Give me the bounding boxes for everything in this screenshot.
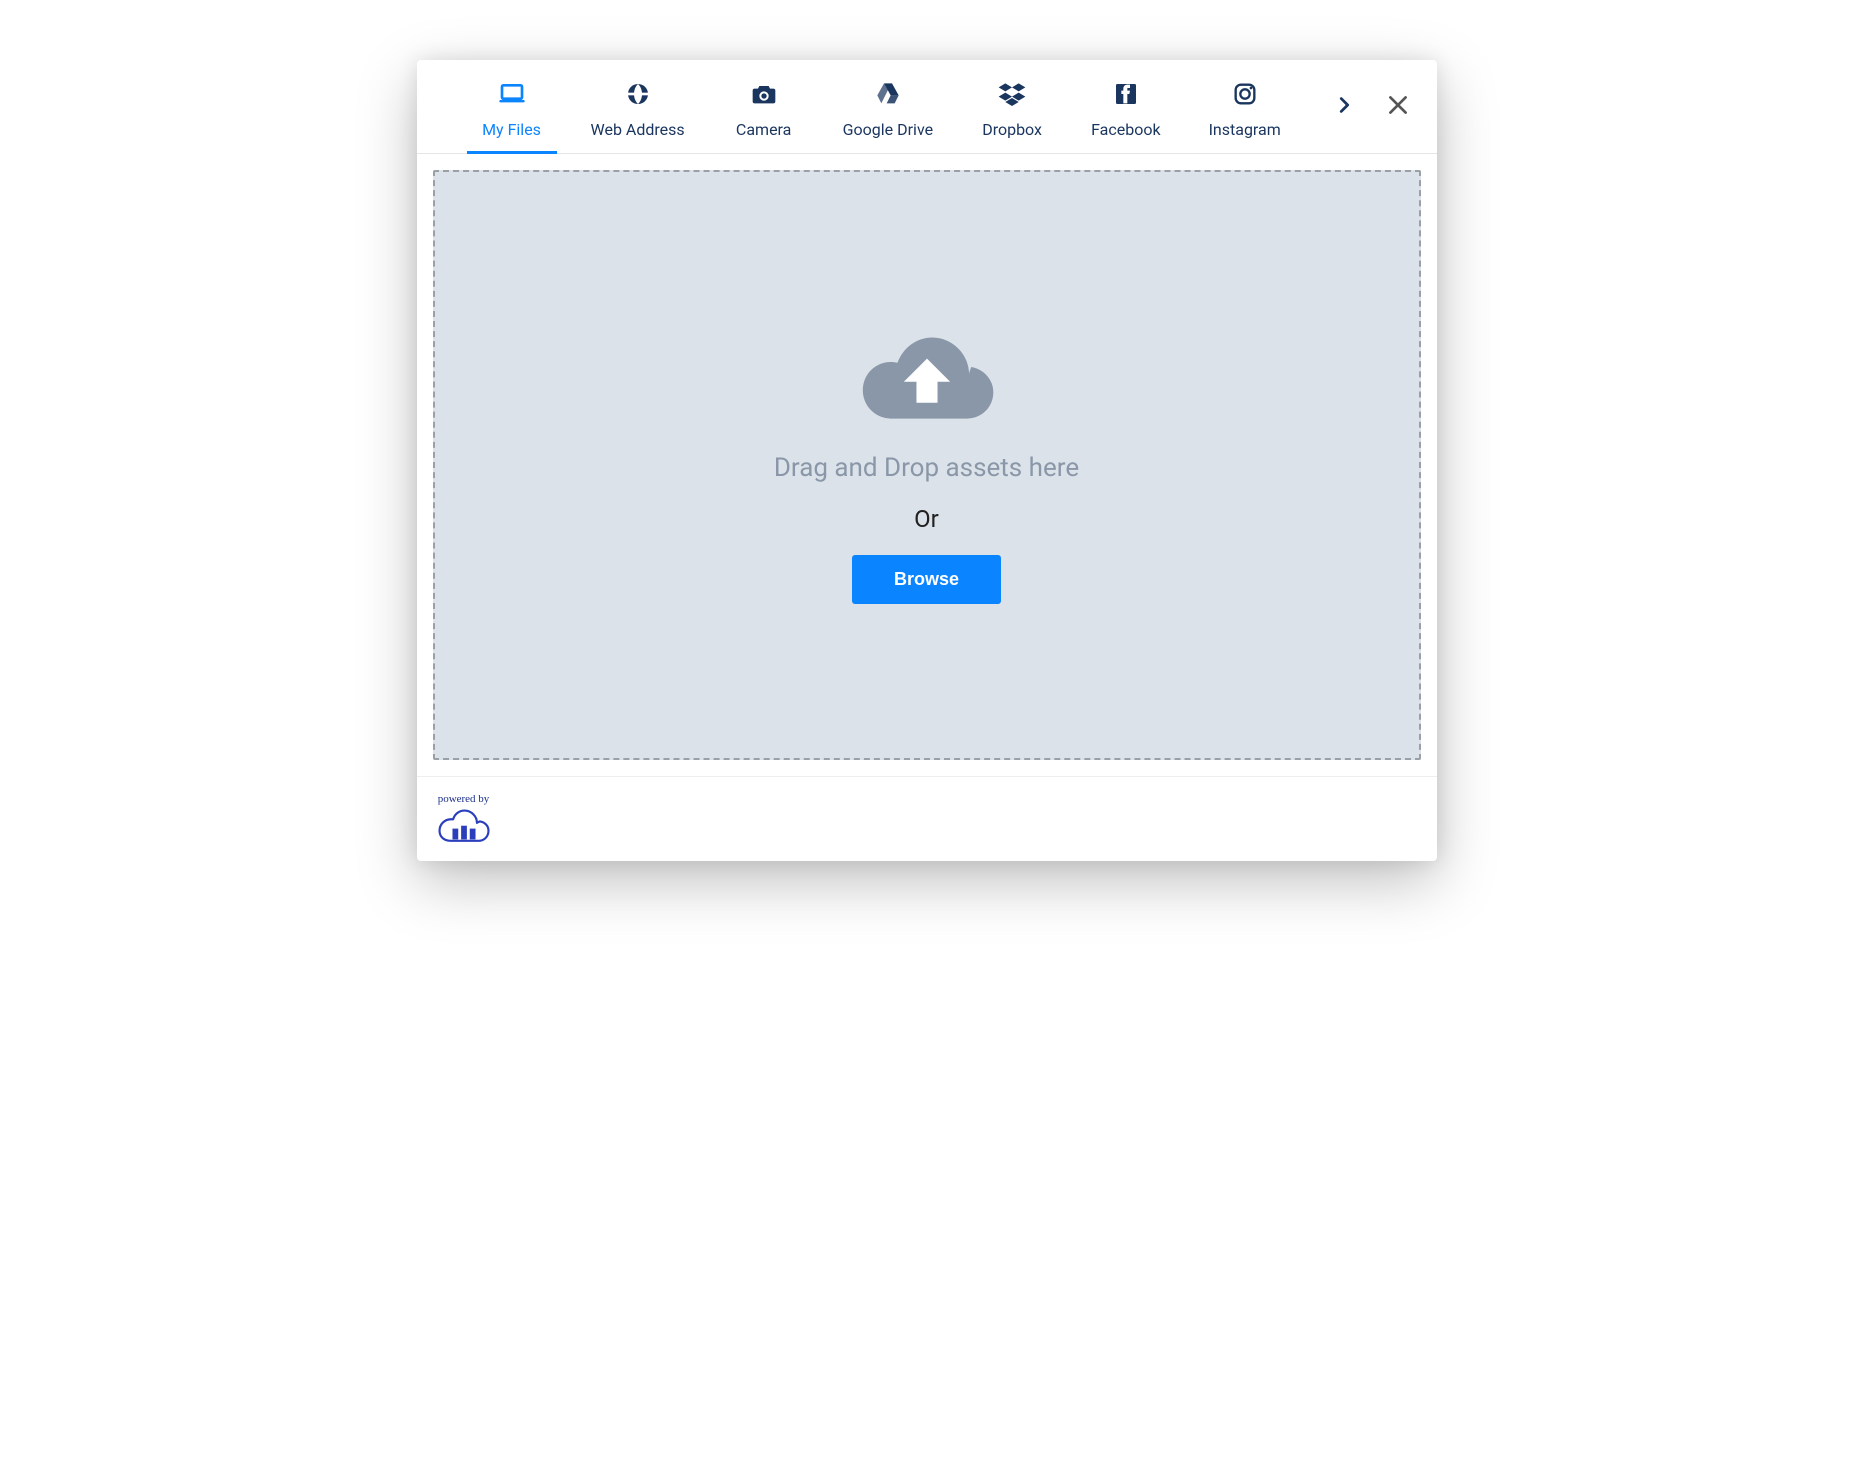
tab-label: Dropbox	[982, 120, 1042, 139]
cloudinary-logo-icon	[435, 807, 493, 843]
upload-modal: My Files Web Address Camera Google Drive	[417, 60, 1437, 861]
laptop-icon	[496, 78, 528, 110]
tab-label: Web Address	[591, 120, 685, 139]
drop-instruction-text: Drag and Drop assets here	[774, 453, 1079, 483]
close-icon	[1385, 92, 1411, 121]
close-button[interactable]	[1377, 84, 1419, 129]
tab-label: Instagram	[1209, 120, 1281, 139]
tab-label: Facebook	[1091, 120, 1160, 139]
tab-google-drive[interactable]: Google Drive	[819, 60, 957, 153]
tab-label: My Files	[482, 120, 541, 139]
tab-label: Camera	[736, 120, 791, 139]
tab-camera[interactable]: Camera	[709, 60, 819, 153]
modal-footer: powered by	[417, 776, 1437, 861]
browse-button[interactable]: Browse	[852, 555, 1001, 604]
tab-web-address[interactable]: Web Address	[567, 60, 709, 153]
tab-label: Google Drive	[843, 120, 933, 139]
tab-facebook[interactable]: Facebook	[1067, 60, 1184, 153]
powered-by-link[interactable]: powered by	[435, 793, 493, 843]
dropbox-icon	[996, 78, 1028, 110]
tabs-scroll-right-button[interactable]	[1325, 86, 1363, 127]
camera-icon	[748, 78, 780, 110]
cloud-upload-icon	[852, 327, 1002, 431]
chevron-right-icon	[1333, 94, 1355, 119]
tab-dropbox[interactable]: Dropbox	[957, 60, 1067, 153]
source-tabbar: My Files Web Address Camera Google Drive	[417, 60, 1437, 154]
instagram-icon	[1229, 78, 1261, 110]
facebook-icon	[1110, 78, 1142, 110]
dropzone[interactable]: Drag and Drop assets here Or Browse	[433, 170, 1421, 760]
google-drive-icon	[872, 78, 904, 110]
globe-icon	[622, 78, 654, 110]
content-area: Drag and Drop assets here Or Browse	[417, 154, 1437, 776]
tab-instagram[interactable]: Instagram	[1185, 60, 1305, 153]
tab-my-files[interactable]: My Files	[457, 60, 567, 153]
tabbar-controls	[1325, 60, 1437, 153]
or-separator-text: Or	[914, 505, 939, 533]
powered-by-text: powered by	[438, 793, 490, 805]
